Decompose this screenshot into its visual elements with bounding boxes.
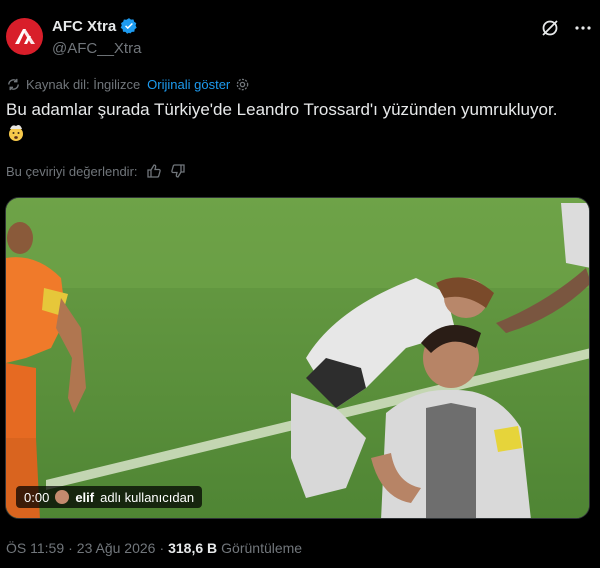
translate-icon: [6, 77, 21, 92]
rate-translation-label: Bu çeviriyi değerlendir:: [6, 163, 138, 179]
author-avatar[interactable]: [6, 18, 43, 55]
translation-source-label: Kaynak dil: İngilizce: [26, 77, 141, 92]
tweet-meta: ÖS 11:59 · 23 Ağu 2026 · 318,6 B Görüntü…: [6, 540, 302, 556]
video-uploader-suffix: adlı kullanıcıdan: [100, 489, 195, 505]
video-timestamp: 0:00: [24, 489, 50, 505]
grok-icon[interactable]: [540, 18, 560, 38]
translation-bar: Kaynak dil: İngilizce Orijinali göster: [6, 77, 250, 92]
rate-translation-row: Bu çeviriyi değerlendir:: [6, 163, 186, 179]
video-info-badge: 0:00 elif adlı kullanıcıdan: [16, 486, 203, 508]
author-display-name[interactable]: AFC Xtra: [52, 18, 116, 35]
thumbs-down-icon[interactable]: [170, 163, 186, 179]
uploader-avatar: [55, 490, 70, 504]
tweet-video[interactable]: 0:00 elif adlı kullanıcıdan: [5, 197, 590, 519]
translation-settings-icon[interactable]: [235, 77, 250, 92]
views-count: 318,6 B: [168, 540, 218, 556]
video-frame: [6, 198, 589, 518]
tweet-date[interactable]: 23 Ağu 2026: [77, 540, 156, 556]
exploding-head-emoji-icon: [6, 122, 26, 142]
show-original-link[interactable]: Orijinali göster: [147, 77, 230, 92]
author-handle[interactable]: @AFC__Xtra: [52, 40, 141, 57]
tweet-text-body: Bu adamlar şurada Türkiye'de Leandro Tro…: [6, 100, 558, 119]
tweet-time[interactable]: ÖS 11:59: [6, 540, 64, 556]
tweet-header: AFC Xtra @AFC__Xtra: [6, 14, 594, 62]
video-uploader-name[interactable]: elif: [75, 490, 94, 505]
tweet-text: Bu adamlar şurada Türkiye'de Leandro Tro…: [6, 98, 596, 146]
thumbs-up-icon[interactable]: [146, 163, 162, 179]
afc-logo-icon: [14, 28, 35, 44]
separator-dot: ·: [159, 540, 165, 556]
verified-badge-icon: [120, 17, 138, 35]
more-icon[interactable]: [574, 19, 592, 37]
views-label: Görüntüleme: [221, 540, 303, 556]
separator-dot: ·: [68, 540, 73, 556]
